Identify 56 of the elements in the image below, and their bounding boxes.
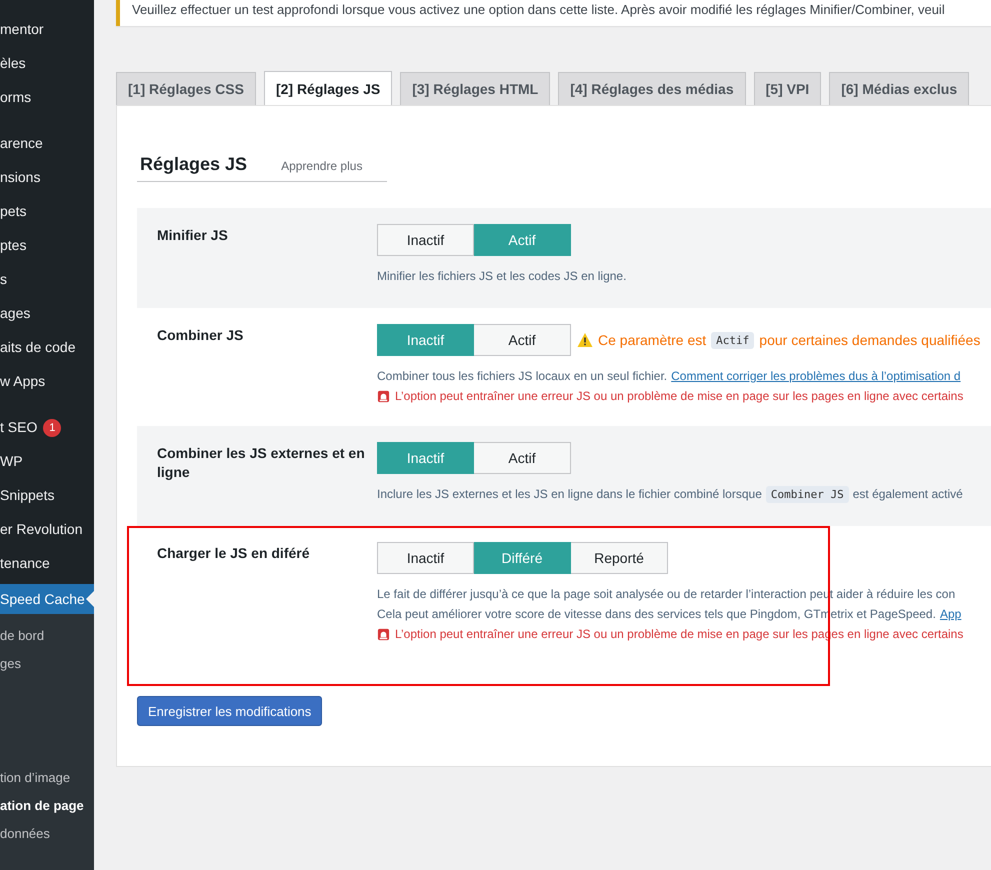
submenu-item[interactable]: ges — [0, 650, 94, 678]
warning-text: Ce paramètre est — [598, 332, 706, 348]
description-text: Inclure les JS externes et les JS en ligne dans le fichier combiné lorsque — [377, 486, 762, 503]
tab[interactable]: [3] Réglages HTML — [400, 72, 550, 105]
submenu-item[interactable]: de bord — [0, 622, 94, 650]
learn-more-link[interactable]: Apprendre plus — [281, 159, 362, 173]
tab[interactable]: [4] Réglages des médias — [558, 72, 746, 105]
sidebar-menu-item[interactable]: Speed Cache — [0, 584, 94, 614]
submenu-item[interactable]: données — [0, 820, 94, 848]
toggle-option[interactable]: Inactif — [377, 542, 474, 574]
inline-code: Combiner JS — [766, 486, 849, 502]
sidebar-menu-item[interactable]: ages — [0, 300, 94, 334]
sidebar-menu-item[interactable]: aits de code — [0, 334, 94, 368]
sidebar-menu-item[interactable]: pets — [0, 198, 94, 232]
help-link[interactable]: Comment corriger les problèmes dus à l’optimisation d — [671, 366, 961, 386]
toggle-option[interactable]: Actif — [474, 442, 571, 474]
save-button[interactable]: Enregistrer les modifications — [137, 696, 322, 726]
tab[interactable]: [2] Réglages JS — [264, 71, 392, 105]
submenu-item[interactable]: tion d’image — [0, 764, 94, 792]
description-text: est également activé — [852, 486, 963, 503]
submenu-item[interactable]: ation de page — [0, 792, 94, 820]
sidebar-menu-item[interactable]: orms — [0, 84, 94, 118]
toggle-option[interactable]: Inactif — [377, 224, 474, 256]
setting-label: Combiner les JS externes et en ligne — [157, 444, 366, 482]
sidebar-menu-item[interactable]: tenance — [0, 550, 94, 584]
toggle-option[interactable]: Actif — [474, 324, 571, 356]
count-badge: 1 — [43, 419, 62, 437]
warning-icon — [577, 332, 593, 348]
tab[interactable]: [1] Réglages CSS — [116, 72, 256, 105]
sidebar-menu-item[interactable]: WP — [0, 448, 94, 482]
sidebar-menu-item[interactable]: mentor — [0, 16, 94, 50]
sidebar-menu-item[interactable]: èles — [0, 50, 94, 84]
siren-icon — [377, 390, 390, 402]
setting-label: Combiner JS — [157, 326, 244, 345]
error-text: L’option peut entraîner une erreur JS ou un problème de mise en page sur les pages en ligne avec certains — [395, 388, 964, 405]
sidebar-menu-item[interactable]: arence — [0, 130, 94, 164]
warning-text: pour certaines demandes qualifiées — [759, 332, 980, 348]
toggle-option[interactable]: Reporté — [571, 542, 668, 574]
siren-icon — [377, 628, 390, 640]
setting-label: Minifier JS — [157, 226, 229, 245]
sidebar-menu-item[interactable]: s — [0, 266, 94, 300]
inline-code: Actif — [711, 332, 754, 348]
tab[interactable]: [6] Médias exclus — [829, 72, 970, 105]
section-title: Réglages JS — [140, 154, 248, 175]
setting-label: Charger le JS en diféré — [157, 544, 311, 563]
sidebar-menu-item[interactable]: t SEO 1 — [0, 414, 94, 448]
description-text: Minifier les fichiers JS et les codes JS en ligne. — [377, 268, 626, 285]
sidebar-menu-item[interactable]: er Revolution — [0, 516, 94, 550]
tab[interactable]: [5] VPI — [754, 72, 822, 105]
sidebar-menu-item[interactable]: w Apps — [0, 368, 94, 402]
help-link[interactable]: App — [940, 604, 962, 624]
sidebar-menu-item[interactable]: ptes — [0, 232, 94, 266]
sidebar-menu-item[interactable]: Snippets — [0, 482, 94, 516]
notice-text: Veuillez effectuer un test approfondi lorsque vous activez une option dans cette liste. Après avoir modifié les réglages Minifier/Combiner, veuil — [132, 2, 945, 17]
description-text: Combiner tous les fichiers JS locaux en un seul fichier. — [377, 368, 668, 385]
sidebar-menu-item[interactable]: nsions — [0, 164, 94, 198]
